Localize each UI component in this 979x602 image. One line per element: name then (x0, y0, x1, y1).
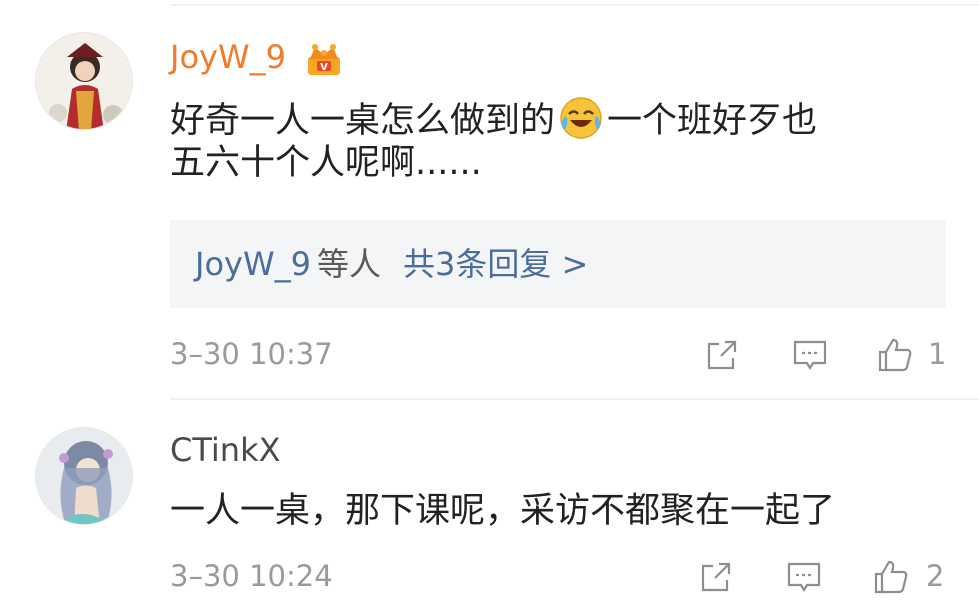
share-icon[interactable] (703, 336, 741, 374)
comment-text-line: 五六十个人呢啊...... (170, 143, 482, 183)
username[interactable]: JoyW_9 (170, 37, 286, 77)
comment-text-line: 一人一桌，那下课呢，采访不都聚在一起了 (170, 491, 836, 531)
comment-text: 好奇一人一桌怎么做到的 一个班好歹也 五六十个人呢啊...... (170, 94, 960, 186)
crown-vip-icon: V (308, 44, 340, 75)
avatar[interactable] (35, 427, 133, 525)
view-replies-link[interactable]: 共3条回复 > (403, 245, 588, 283)
reply-preview-suffix: 等人 (316, 245, 381, 283)
comment-text-part: 好奇一人一桌怎么做到的 (170, 101, 556, 141)
comment-icon[interactable] (785, 558, 823, 596)
like-count: 2 (926, 559, 945, 593)
avatar[interactable] (35, 32, 133, 130)
like-count: 1 (928, 337, 947, 371)
comment-meta: 3–30 10:24 2 (0, 553, 979, 599)
timestamp: 3–30 10:37 (170, 337, 333, 371)
comment-item: JoyW_9 V 好奇一人一桌怎么做到的 一个班好歹也 五六十个人呢啊.....… (0, 0, 979, 395)
thumbs-up-icon[interactable] (872, 558, 910, 596)
thumbs-up-icon[interactable] (876, 336, 914, 374)
laugh-cry-emoji-icon (560, 97, 602, 139)
svg-text:V: V (320, 62, 328, 73)
comment-item: CTinkX 一人一桌，那下课呢，采访不都聚在一起了 3–30 10:24 2 (0, 400, 979, 602)
username[interactable]: CTinkX (170, 430, 281, 470)
comment-text: 一人一桌，那下课呢，采访不都聚在一起了 (170, 488, 960, 534)
reply-preview-user[interactable]: JoyW_9 (195, 245, 311, 283)
replies-preview[interactable]: JoyW_9 等人 共3条回复 > (170, 220, 946, 308)
timestamp: 3–30 10:24 (170, 559, 333, 593)
share-icon[interactable] (697, 558, 735, 596)
comment-icon[interactable] (791, 336, 829, 374)
comment-meta: 3–30 10:37 1 (0, 331, 979, 377)
comment-text-part: 一个班好歹也 (607, 101, 818, 141)
